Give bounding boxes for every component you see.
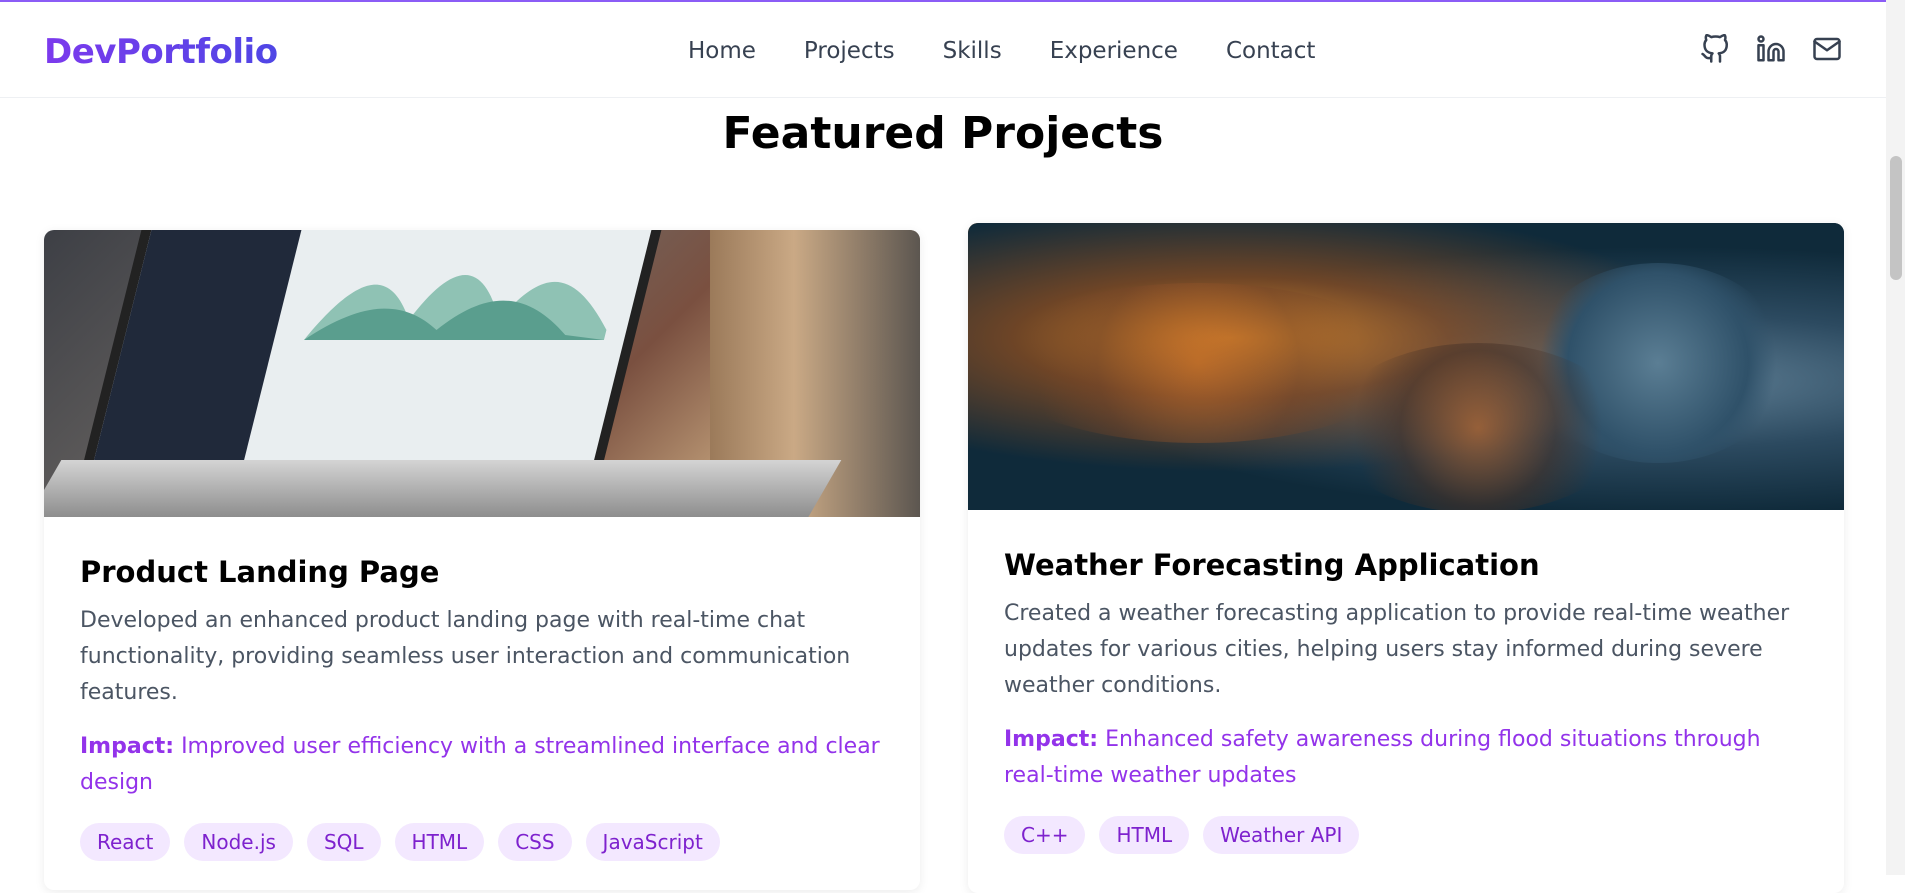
tag-css: CSS (498, 823, 572, 861)
impact-text: Improved user efficiency with a streamli… (80, 734, 880, 795)
navbar: DevPortfolio Home Projects Skills Experi… (0, 2, 1886, 98)
scrollbar-thumb[interactable] (1890, 156, 1902, 280)
tech-tags: React Node.js SQL HTML CSS JavaScript (80, 823, 884, 861)
project-card-product-landing[interactable]: Product Landing Page Developed an enhanc… (44, 230, 920, 890)
section-title: Featured Projects (722, 108, 1164, 159)
nav-projects[interactable]: Projects (804, 38, 895, 64)
tech-tags: C++ HTML Weather API (1004, 816, 1808, 854)
tag-cpp: C++ (1004, 816, 1086, 854)
dashboard-sidebar (89, 230, 304, 480)
social-links (1700, 33, 1842, 64)
impact-label: Impact: (1004, 727, 1099, 752)
dashboard-chart (304, 275, 607, 340)
impact-text: Enhanced safety awareness during flood s… (1004, 727, 1761, 788)
project-impact: Impact: Improved user efficiency with a … (80, 729, 884, 801)
mail-icon[interactable] (1812, 34, 1842, 64)
project-title: Product Landing Page (80, 555, 440, 589)
project-title: Weather Forecasting Application (1004, 548, 1540, 582)
page-scrollbar[interactable] (1886, 0, 1905, 875)
tag-html: HTML (394, 823, 485, 861)
project-description: Created a weather forecasting applicatio… (1004, 601, 1790, 698)
cloud-shape (988, 283, 1408, 443)
tag-sql: SQL (306, 823, 381, 861)
linkedin-icon[interactable] (1756, 34, 1786, 64)
tag-html: HTML (1099, 816, 1190, 854)
project-image-laptop (44, 230, 920, 517)
laptop-keyboard (44, 460, 842, 517)
brand-logo[interactable]: DevPortfolio (44, 32, 278, 72)
nav-experience[interactable]: Experience (1050, 38, 1178, 64)
project-image-clouds (968, 223, 1844, 510)
project-impact: Impact: Enhanced safety awareness during… (1004, 722, 1808, 794)
project-description: Developed an enhanced product landing pa… (80, 608, 851, 705)
github-icon[interactable] (1700, 33, 1730, 64)
nav-contact[interactable]: Contact (1226, 38, 1315, 64)
tag-nodejs: Node.js (184, 823, 293, 861)
project-card-weather[interactable]: Weather Forecasting Application Created … (968, 223, 1844, 893)
nav-home[interactable]: Home (688, 38, 756, 64)
impact-label: Impact: (80, 734, 175, 759)
tag-weather-api: Weather API (1203, 816, 1360, 854)
tag-javascript: JavaScript (585, 823, 720, 861)
nav-skills[interactable]: Skills (943, 38, 1002, 64)
laptop-screen (81, 230, 667, 480)
nav-links: Home Projects Skills Experience Contact (688, 38, 1363, 64)
tag-react: React (80, 823, 171, 861)
